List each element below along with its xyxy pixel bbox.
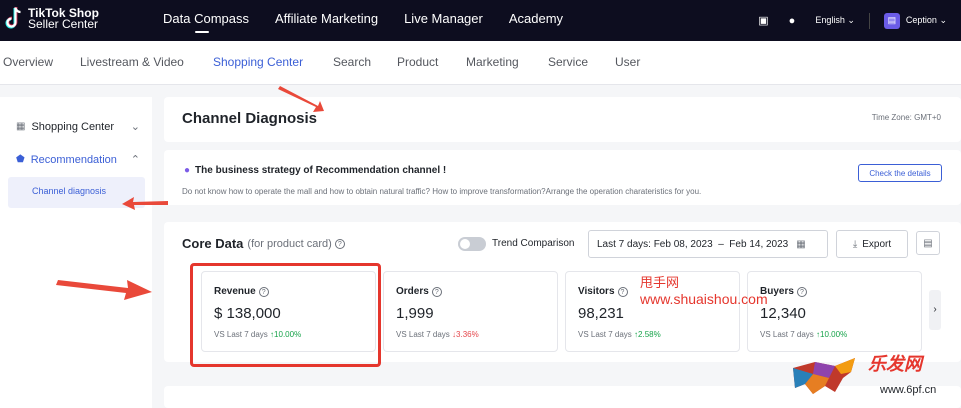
arrow-to-channel-diagnosis (122, 197, 168, 210)
arrow-to-revenue-card (56, 280, 152, 300)
annotation-arrows (56, 86, 324, 300)
bull-logo-image (785, 348, 865, 403)
corner-watermark-url: www.6pf.cn (880, 384, 937, 396)
arrow-to-shopping-center (278, 86, 324, 112)
watermark-text: 甩手网 (640, 275, 680, 290)
corner-watermark: 乐发网 (868, 354, 922, 374)
watermark-url: www.shuaishou.com (640, 291, 768, 307)
